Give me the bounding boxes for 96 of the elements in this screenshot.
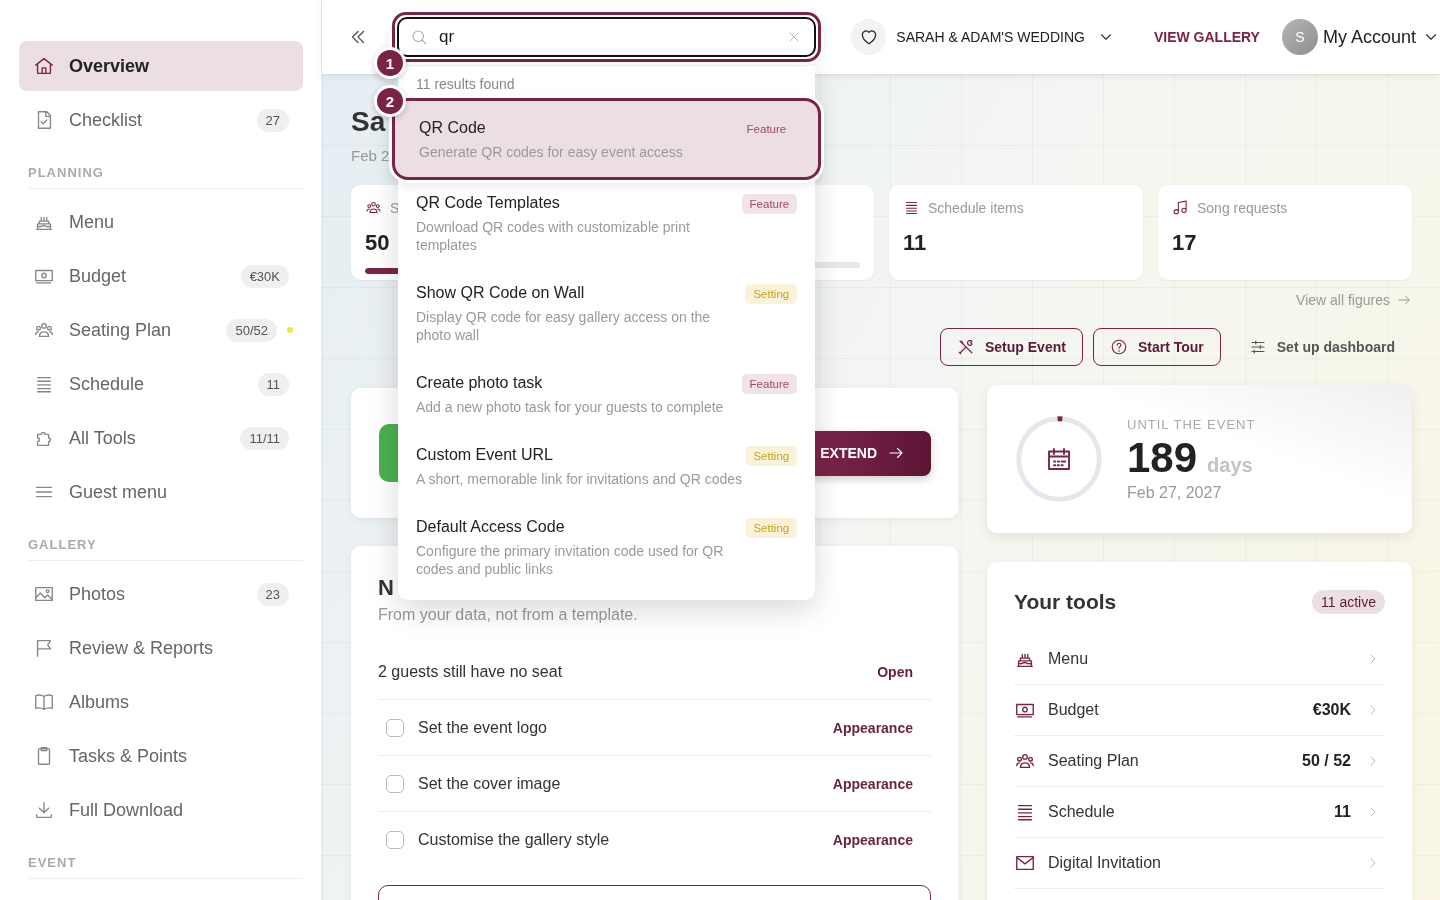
suggestion-text: Set the cover image: [418, 774, 562, 793]
nav-item[interactable]: Checklist 27: [19, 95, 303, 145]
tool-row[interactable]: Budget €30K: [1014, 685, 1385, 736]
card-subtitle: From your data, not from a template.: [378, 606, 638, 624]
search-result[interactable]: QR Code Templates Download QR codes with customizable print templates Feature: [398, 180, 816, 270]
view-gallery-link[interactable]: VIEW GALLERY: [1153, 29, 1260, 45]
nav-item[interactable]: Seating Plan 50/52: [19, 305, 303, 355]
action-button[interactable]: Set up dashboard: [1230, 328, 1395, 366]
sliders-icon: [1248, 338, 1267, 356]
search-result[interactable]: Show QR Code on Wall Display QR code for easy gallery access on the photo wall Setting: [398, 270, 816, 360]
result-description: A short, memorable link for invitations and QR codes: [416, 470, 744, 488]
count-badge: 27: [256, 108, 289, 132]
result-description: Configure the primary invitation code used for QR codes and public links: [416, 542, 725, 578]
nav-item[interactable]: Menu: [19, 197, 303, 247]
result-title: Create photo task: [416, 373, 544, 393]
nav-item[interactable]: Review & Reports: [19, 623, 303, 673]
checkbox[interactable]: [386, 830, 404, 849]
result-title: QR Code: [419, 118, 487, 138]
checkbox[interactable]: [386, 718, 404, 737]
section-heading: PLANNING: [28, 165, 303, 189]
stat-label: Schedule items: [928, 199, 1024, 216]
nav-item[interactable]: All Tools 11/11: [19, 413, 303, 463]
help-icon: [1109, 338, 1128, 356]
tool-row[interactable]: Seating Plan 50 / 52: [1014, 736, 1385, 787]
event-selector[interactable]: SARAH & ADAM'S WEDDING: [896, 28, 1115, 46]
active-badge: 11 active: [1312, 590, 1385, 614]
section-heading: GALLERY: [28, 537, 303, 561]
step-marker: 1: [374, 47, 406, 79]
arrow-right-icon: [1396, 292, 1412, 308]
countdown-unit: days: [1207, 453, 1253, 477]
nav-item[interactable]: Budget €30K: [19, 251, 303, 301]
nav-item[interactable]: Tasks & Points: [19, 731, 303, 781]
action-link[interactable]: Appearance: [832, 775, 913, 792]
category-tag: Feature: [741, 194, 798, 214]
home-icon: [33, 55, 55, 77]
stat-label: Song requests: [1197, 199, 1288, 216]
tool-row[interactable]: Menu: [1014, 634, 1385, 685]
download-icon: [33, 799, 55, 821]
avatar: S: [1281, 19, 1318, 55]
search-result[interactable]: Create photo task Add a new photo task for your guests to complete Feature: [398, 360, 816, 432]
result-description: Display QR code for easy gallery access on the photo wall: [416, 308, 712, 344]
suggestion-text: Set the event logo: [418, 718, 548, 737]
page-subtitle: Feb 2: [351, 147, 390, 164]
action-link[interactable]: Appearance: [832, 719, 913, 736]
count-badge: 50/52: [226, 318, 277, 342]
result-title: QR Code Templates: [416, 193, 561, 213]
category-tag: Feature: [741, 374, 798, 394]
music-icon: [1172, 199, 1189, 216]
count-badge: €30K: [240, 264, 289, 288]
stat-value: 17: [1172, 230, 1197, 256]
category-tag: Setting: [745, 284, 798, 304]
count-badge: 11: [257, 372, 289, 396]
result-description: Generate QR codes for easy event access: [419, 143, 684, 161]
suggestion-text: Customise the gallery style: [418, 830, 611, 849]
nav-item[interactable]: Full Download: [19, 785, 303, 835]
tool-row[interactable]: Schedule 11: [1014, 787, 1385, 838]
search-icon: [410, 28, 428, 46]
result-title: Custom Event URL: [416, 445, 554, 465]
action-button[interactable]: Start Tour: [1092, 328, 1221, 366]
card-heading: Your tools: [1014, 590, 1117, 614]
people-icon: [365, 199, 382, 216]
result-title: Show QR Code on Wall: [416, 283, 586, 303]
nav-item[interactable]: Photos 23: [19, 569, 303, 619]
account-menu[interactable]: My Account: [1322, 26, 1440, 48]
section-heading: EVENT: [28, 855, 303, 879]
nav-item[interactable]: Guest menu: [19, 467, 303, 517]
book-icon: [33, 691, 55, 713]
category-tag: Setting: [745, 518, 798, 538]
search-field[interactable]: qr: [397, 17, 817, 57]
countdown-label: UNTIL THE EVENT: [1127, 416, 1256, 432]
result-description: Add a new photo task for your guests to complete: [416, 398, 725, 416]
category-tag: Setting: [745, 446, 798, 466]
count-badge: 11/11: [240, 426, 289, 450]
list-icon: [903, 199, 920, 216]
action-link[interactable]: Appearance: [832, 831, 913, 848]
event-date: Feb 27, 2027: [1127, 483, 1223, 502]
stat-value: 11: [903, 230, 927, 256]
heart-button[interactable]: [851, 19, 887, 55]
result-description: Download QR codes with customizable print templates: [416, 218, 691, 254]
nav-item[interactable]: Albums: [19, 677, 303, 727]
tools-icon: [957, 338, 975, 356]
search-result[interactable]: Default Access Code Configure the primary invitation code used for QR codes and public links Setting: [398, 504, 816, 594]
count-badge: 23: [256, 582, 289, 606]
action-link[interactable]: Open: [877, 663, 913, 680]
nav-item[interactable]: Overview: [19, 41, 303, 91]
card-heading: N: [378, 574, 394, 602]
results-count: 11 results found: [415, 76, 516, 94]
tool-row[interactable]: Digital Invitation: [1014, 838, 1385, 889]
nav-item[interactable]: Schedule 11: [19, 359, 303, 409]
action-button[interactable]: Setup Event: [940, 328, 1083, 366]
result-title: Default Access Code: [416, 517, 566, 537]
suggestion-text: 2 guests still have no seat: [378, 662, 564, 681]
category-tag: Feature: [738, 119, 795, 139]
stat-value: 50: [365, 230, 390, 256]
checkbox[interactable]: [386, 774, 404, 793]
countdown-number: 189: [1127, 433, 1198, 482]
